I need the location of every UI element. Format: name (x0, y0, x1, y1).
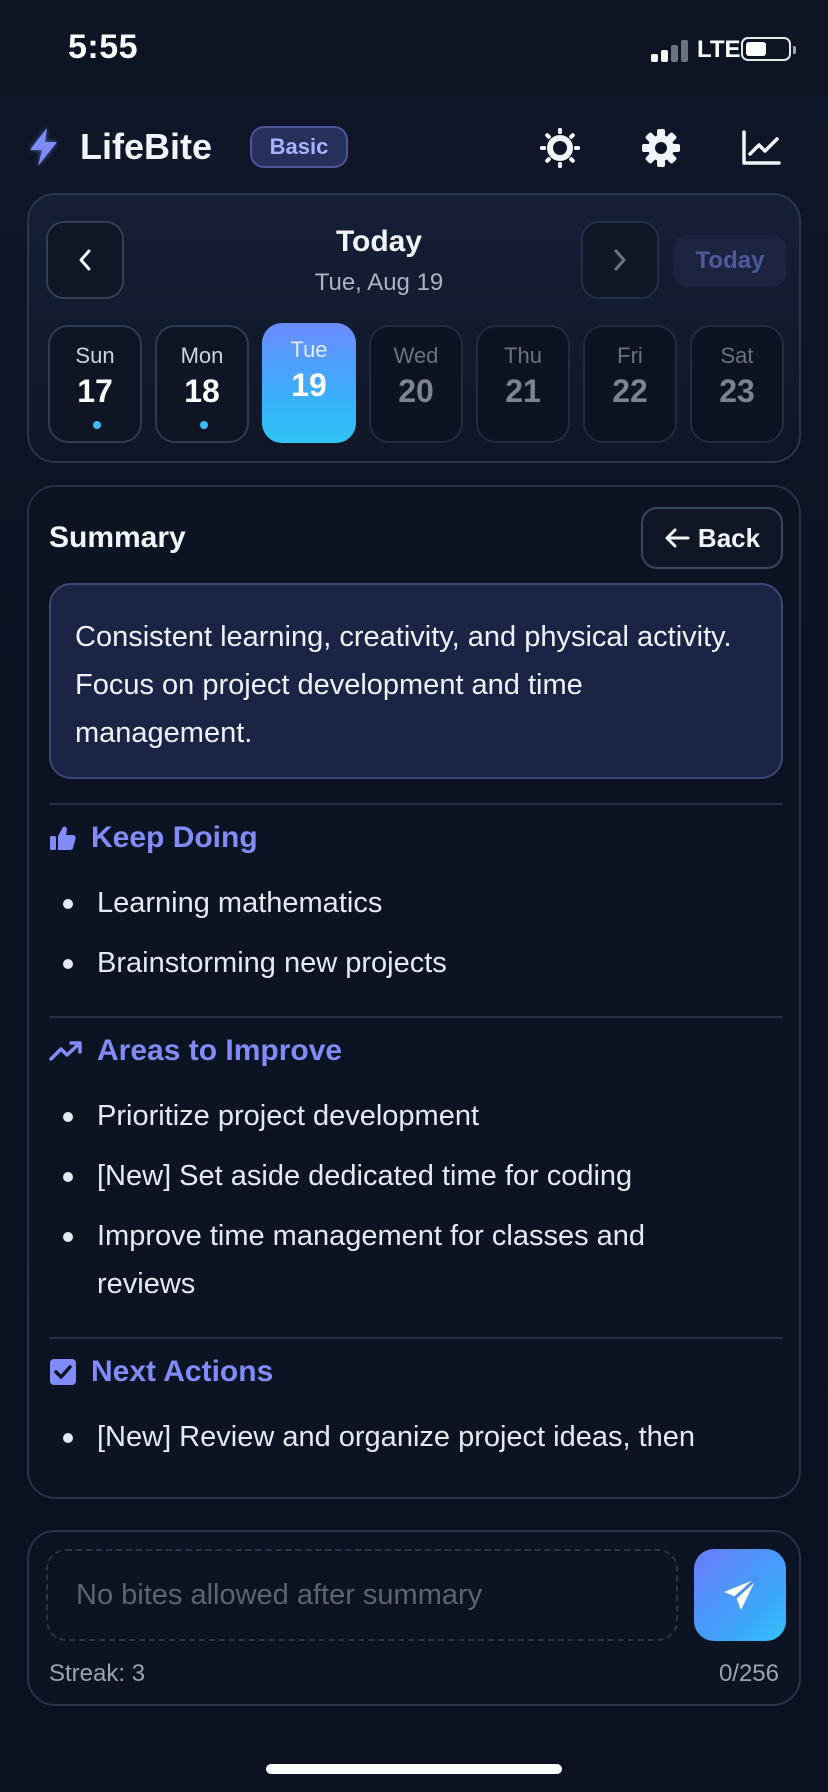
date-subtitle: Tue, Aug 19 (314, 269, 444, 296)
list-item: Learning mathematics (49, 879, 783, 927)
thumbs-up-icon (49, 824, 77, 852)
areas-to-improve-list: Prioritize project development [New] Set… (49, 1092, 783, 1320)
day-wed-20[interactable]: Wed 20 (369, 325, 463, 443)
day-sat-23[interactable]: Sat 23 (690, 325, 784, 443)
battery-icon (741, 37, 796, 61)
day-number: 21 (505, 373, 541, 409)
list-item: Prioritize project development (49, 1092, 783, 1140)
chevron-left-icon (79, 249, 91, 271)
activity-dot (200, 421, 208, 429)
day-number: 19 (291, 367, 327, 403)
checkbox-icon (49, 1358, 77, 1386)
day-name: Wed (393, 343, 439, 368)
divider (49, 803, 783, 805)
streak-count: Streak: 3 (49, 1660, 146, 1687)
section-title: Areas to Improve (97, 1034, 343, 1067)
day-name: Thu (504, 343, 542, 368)
day-thu-21[interactable]: Thu 21 (476, 325, 570, 443)
list-item: Brainstorming new projects (49, 939, 783, 987)
arrow-left-icon (665, 528, 690, 548)
summary-card: Summary Back Consistent learning, creati… (27, 485, 801, 1499)
cellular-signal-icon (651, 38, 693, 62)
previous-day-button[interactable] (46, 221, 124, 299)
network-type: LTE (697, 36, 741, 63)
divider (49, 1016, 783, 1018)
app-name: LifeBite (80, 126, 213, 167)
areas-to-improve-heading: Areas to Improve (49, 1034, 342, 1068)
day-name: Sun (75, 343, 115, 368)
app-screen: 5:55 LTE LifeBite Basic Today Tue, Aug 1… (0, 0, 828, 1792)
app-header: LifeBite Basic (0, 96, 828, 188)
home-indicator (266, 1764, 562, 1774)
week-strip: Sun 17 Mon 18 Tue 19 Wed 20 Thu 21 Fri 2… (48, 323, 786, 445)
list-item: [New] Review and organize project ideas,… (49, 1413, 783, 1461)
char-counter: 0/256 (718, 1660, 779, 1687)
bite-input[interactable] (46, 1549, 678, 1641)
theme-toggle-button[interactable] (532, 120, 588, 176)
day-tue-19-selected[interactable]: Tue 19 (262, 323, 356, 443)
list-item: [New] Set aside dedicated time for codin… (49, 1152, 783, 1200)
next-day-button[interactable] (581, 221, 659, 299)
summary-title: Summary (49, 521, 186, 554)
bolt-icon (26, 126, 62, 168)
section-title: Keep Doing (91, 821, 258, 854)
day-number: 22 (612, 373, 648, 409)
sun-icon (540, 128, 580, 168)
settings-button[interactable] (633, 120, 689, 176)
day-name: Fri (617, 343, 643, 368)
divider (49, 1337, 783, 1339)
day-sun-17[interactable]: Sun 17 (48, 325, 142, 443)
list-item: Improve time management for classes and … (49, 1212, 783, 1308)
status-bar: 5:55 LTE (0, 0, 828, 96)
stats-button[interactable] (733, 120, 789, 176)
day-mon-18[interactable]: Mon 18 (155, 325, 249, 443)
date-title: Today (335, 225, 423, 258)
activity-dot (93, 421, 101, 429)
next-actions-heading: Next Actions (49, 1355, 273, 1389)
day-name: Sat (720, 343, 754, 368)
send-button[interactable] (694, 1549, 786, 1641)
back-button[interactable]: Back (641, 507, 783, 569)
day-name: Mon (180, 343, 224, 368)
next-actions-list: [New] Review and organize project ideas,… (49, 1413, 783, 1473)
day-fri-22[interactable]: Fri 22 (583, 325, 677, 443)
keep-doing-heading: Keep Doing (49, 821, 258, 855)
send-icon (724, 1577, 758, 1610)
keep-doing-list: Learning mathematics Brainstorming new p… (49, 879, 783, 999)
chevron-right-icon (614, 249, 626, 271)
day-number: 23 (719, 373, 755, 409)
gear-icon (642, 129, 680, 167)
chart-icon (742, 130, 781, 165)
day-name: Tue (290, 337, 328, 362)
back-label: Back (697, 522, 761, 553)
today-button[interactable]: Today (674, 235, 786, 287)
day-number: 18 (184, 373, 220, 409)
day-number: 17 (77, 373, 113, 409)
bite-composer: Streak: 3 0/256 (27, 1530, 801, 1706)
summary-text: Consistent learning, creativity, and phy… (49, 583, 783, 779)
date-picker-card: Today Tue, Aug 19 Today Sun 17 Mon 18 Tu… (27, 193, 801, 463)
plan-badge[interactable]: Basic (250, 126, 348, 168)
section-title: Next Actions (91, 1355, 274, 1388)
trending-up-icon (49, 1039, 83, 1063)
status-time: 5:55 (68, 28, 139, 66)
day-number: 20 (398, 373, 434, 409)
